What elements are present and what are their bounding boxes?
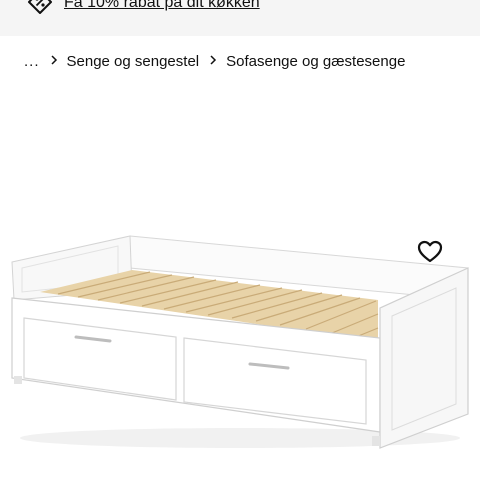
breadcrumb-ellipsis[interactable]: ... — [24, 53, 40, 70]
chevron-right-icon — [209, 53, 217, 70]
product-image[interactable] — [0, 100, 480, 480]
product-image-area — [0, 100, 480, 480]
promo-bar: Få 10% rabat på dit køkken — [0, 0, 480, 36]
breadcrumb-item-senge[interactable]: Senge og sengestel — [67, 53, 200, 70]
heart-outline-icon — [417, 240, 443, 263]
promo-link[interactable]: Få 10% rabat på dit køkken — [64, 0, 260, 12]
breadcrumb-item-sofasenge[interactable]: Sofasenge og gæstesenge — [226, 53, 405, 70]
tag-percent-icon — [26, 0, 54, 16]
chevron-right-icon — [50, 53, 58, 70]
favorite-button[interactable] — [414, 236, 446, 268]
breadcrumb: ... Senge og sengestel Sofasenge og gæst… — [0, 36, 480, 86]
